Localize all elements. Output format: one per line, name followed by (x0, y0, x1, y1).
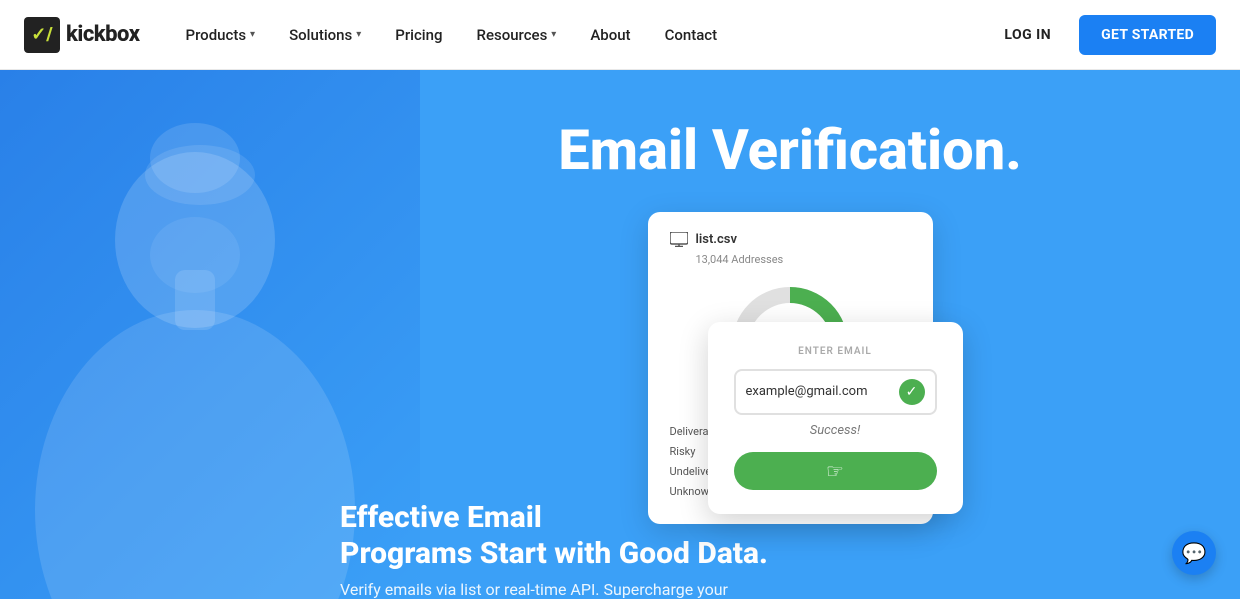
verify-button[interactable]: ☞ (734, 452, 937, 490)
hero-title: Email Verification. (558, 120, 1022, 182)
email-verification-card: ENTER EMAIL example@gmail.com ✓ Success!… (708, 322, 963, 514)
nav-item-resources[interactable]: Resources ▾ (463, 18, 571, 52)
chat-icon: 💬 (1182, 541, 1207, 565)
nav-item-pricing[interactable]: Pricing (381, 18, 456, 52)
get-started-button[interactable]: GET STARTED (1079, 15, 1216, 55)
email-input-row[interactable]: example@gmail.com ✓ (734, 369, 937, 415)
card-addresses: 13,044 Addresses (696, 253, 911, 266)
nav-item-products[interactable]: Products ▾ (172, 18, 270, 52)
hero-section: Email Verification. list.csv 13,044 Addr… (0, 70, 1240, 599)
success-text: Success! (734, 423, 937, 438)
logo-icon: ✓/ (24, 17, 60, 53)
logo[interactable]: ✓/ kickbox (24, 17, 140, 53)
logo-slash-icon: ✓/ (31, 24, 52, 45)
hero-content: Email Verification. list.csv 13,044 Addr… (0, 120, 1240, 524)
email-input-value: example@gmail.com (746, 384, 891, 399)
navbar: ✓/ kickbox Products ▾ Solutions ▾ Pricin… (0, 0, 1240, 70)
nav-item-contact[interactable]: Contact (651, 18, 732, 52)
cards-container: list.csv 13,044 Addresses 77 (648, 212, 933, 524)
chevron-down-icon: ▾ (356, 29, 361, 40)
chevron-down-icon: ▾ (551, 29, 556, 40)
nav-links: Products ▾ Solutions ▾ Pricing Resources… (172, 18, 993, 52)
monitor-icon (670, 232, 688, 247)
cursor-icon: ☞ (826, 459, 844, 483)
check-icon: ✓ (899, 379, 925, 405)
nav-item-about[interactable]: About (576, 18, 644, 52)
enter-email-label: ENTER EMAIL (734, 346, 937, 357)
nav-item-solutions[interactable]: Solutions ▾ (275, 18, 375, 52)
chat-bubble-button[interactable]: 💬 (1172, 531, 1216, 575)
chevron-down-icon: ▾ (250, 29, 255, 40)
hero-description: Verify emails via list or real-time API.… (340, 580, 1240, 599)
card-filename: list.csv (696, 232, 737, 247)
login-button[interactable]: LOG IN (992, 19, 1063, 51)
card-list-header: list.csv (670, 232, 911, 247)
logo-text: kickbox (66, 22, 140, 47)
nav-actions: LOG IN GET STARTED (992, 15, 1216, 55)
